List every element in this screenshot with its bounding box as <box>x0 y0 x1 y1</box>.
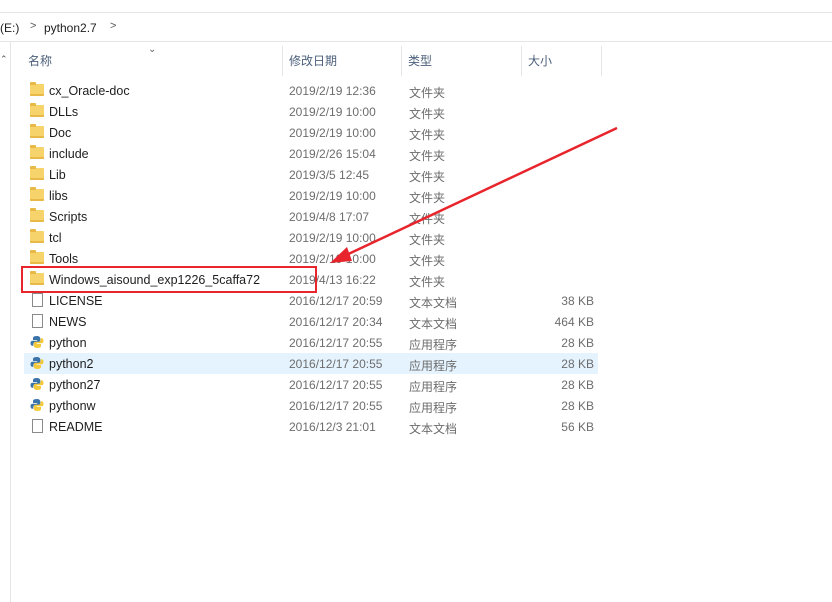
annotation-arrow <box>330 126 618 263</box>
